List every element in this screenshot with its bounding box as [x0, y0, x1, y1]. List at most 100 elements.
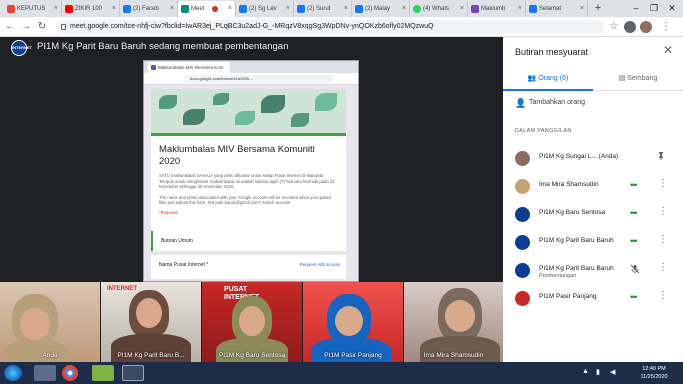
more-options-icon[interactable]: ⋮: [658, 179, 668, 189]
star-icon[interactable]: ☆: [608, 21, 620, 33]
taskbar-app-icon[interactable]: [34, 365, 56, 381]
participant-row[interactable]: PI1M Kg Sungai L... (Anda): [503, 147, 683, 175]
leaf-decoration: [235, 111, 255, 125]
mic-off-icon: [630, 264, 640, 274]
tab-chat[interactable]: ▤ Sembang: [593, 69, 683, 91]
browser-tab[interactable]: (2) Faceb ×: [120, 1, 178, 17]
avatar: [515, 207, 530, 222]
chat-icon: ▤: [618, 75, 628, 82]
shared-address-bar: docs.google.com/forms/d/1aO8Sr...: [144, 73, 358, 85]
close-tab-icon[interactable]: ×: [170, 1, 174, 17]
browser-tab[interactable]: ZIKIR 100 ×: [62, 1, 120, 17]
start-button[interactable]: [4, 365, 22, 381]
window-close-button[interactable]: ✕: [665, 2, 679, 14]
reload-icon[interactable]: ↻: [36, 21, 48, 33]
more-options-icon[interactable]: ⋮: [658, 291, 668, 301]
form-question-card: Nama Pusat Internet * Request edit acces…: [151, 255, 346, 279]
back-icon[interactable]: ←: [4, 21, 16, 33]
you-label: (Anda): [598, 153, 619, 160]
close-tab-icon[interactable]: ×: [286, 1, 290, 17]
forward-icon[interactable]: →: [20, 21, 32, 33]
shared-form-page: Maklumbalas MIV Bersama Komuniti 2020 SA…: [144, 85, 358, 281]
participant-name: PI1M Pasir Panjang: [539, 293, 597, 300]
speaking-indicator-icon: •••: [630, 292, 638, 302]
face-shape: [445, 300, 475, 332]
recording-dot-icon: [212, 6, 218, 12]
browser-tab[interactable]: (2) Malay ×: [352, 1, 410, 17]
close-tab-icon[interactable]: ×: [112, 1, 116, 17]
tile-name: Ima Mira Shamsudin: [423, 352, 484, 359]
face-shape: [136, 298, 162, 328]
system-clock[interactable]: 12:40 PM 11/25/2020: [628, 365, 680, 381]
participant-row[interactable]: PI1M Kg Parit Baru Baruh Pembentangan ⋮: [503, 259, 683, 287]
avatar: [515, 263, 530, 278]
new-tab-button[interactable]: +: [592, 2, 604, 14]
form-description: SATU maklumbalas SAHAJA yang perlu dihan…: [159, 173, 335, 189]
browser-tab[interactable]: (4) Whats ×: [410, 1, 468, 17]
leaf-decoration: [291, 113, 309, 127]
participant-name: PI1M Kg Parit Baru Baruh: [539, 237, 614, 244]
browser-tab-active[interactable]: Meet ×: [178, 1, 236, 17]
form-section-title: Butiran Umum: [151, 231, 346, 251]
leaf-decoration: [159, 95, 177, 109]
form-account-note: The name and photo associated with your …: [159, 194, 331, 206]
video-tile[interactable]: Anda: [0, 282, 100, 362]
close-tab-icon[interactable]: ×: [518, 1, 522, 17]
whatsapp-icon: [413, 5, 421, 13]
leaf-decoration: [213, 93, 229, 105]
participant-filmstrip: Anda INTERNET PI1M Kg Parit Baru B... PU…: [0, 282, 503, 362]
video-tile[interactable]: Ima Mira Shamsudin: [404, 282, 503, 362]
add-people-button[interactable]: 👤 Tambahkan orang: [515, 98, 585, 108]
video-tile[interactable]: INTERNET PI1M Kg Parit Baru B...: [101, 282, 201, 362]
speaking-indicator-icon: •••: [630, 236, 638, 246]
show-hidden-icons[interactable]: ▲: [582, 368, 589, 375]
close-icon[interactable]: ✕: [663, 43, 673, 57]
url-input[interactable]: meet.google.com/tce-nhfj-ciw?fbclid=IwAR…: [56, 20, 604, 34]
browser-tab[interactable]: (2) Sg Lev ×: [236, 1, 294, 17]
close-tab-icon[interactable]: ×: [402, 1, 406, 17]
participant-row[interactable]: PI1M Kg Parit Baru Baruh ••• ⋮: [503, 231, 683, 259]
more-options-icon[interactable]: ⋮: [658, 263, 668, 273]
leaf-decoration: [315, 93, 337, 111]
shared-tab-strip: Maklumbalas MIV Bersama Kom: [144, 61, 358, 73]
close-tab-icon[interactable]: ×: [460, 1, 464, 17]
participant-row[interactable]: PI1M Kg Baru Sentosa ••• ⋮: [503, 203, 683, 231]
tile-name: Anda: [42, 352, 58, 359]
extension-icon[interactable]: [624, 21, 636, 33]
speaking-indicator-icon: •••: [630, 208, 638, 218]
close-tab-icon[interactable]: ×: [580, 1, 584, 17]
pin-icon[interactable]: [658, 152, 664, 160]
browser-tab[interactable]: (2) Surut ×: [294, 1, 352, 17]
chrome-icon[interactable]: [62, 365, 78, 381]
participant-row[interactable]: PI1M Pasir Panjang ••• ⋮: [503, 287, 683, 315]
profile-avatar[interactable]: [640, 21, 652, 33]
clock-time: 12:40 PM: [642, 366, 666, 372]
browser-tab[interactable]: KEPUTUS ×: [4, 1, 62, 17]
tile-name: PI1M Pasir Panjang: [324, 352, 382, 359]
network-icon[interactable]: ▮: [596, 368, 600, 376]
more-options-icon[interactable]: ⋮: [658, 207, 668, 217]
close-tab-icon[interactable]: ×: [344, 1, 348, 17]
participant-name: PI1M Kg Sungai L...: [539, 153, 597, 160]
maximize-button[interactable]: ❐: [647, 2, 661, 14]
people-icon: 👥: [527, 75, 539, 82]
browser-tab[interactable]: Maklumb ×: [468, 1, 526, 17]
menu-icon[interactable]: ⋮: [660, 21, 672, 33]
taskbar-app-icon[interactable]: [122, 365, 144, 381]
volume-icon[interactable]: ◀: [610, 368, 615, 376]
facebook-icon: [529, 5, 537, 13]
taskbar-app-icon[interactable]: [92, 365, 114, 381]
poster-text: PUSAT: [224, 286, 248, 293]
browser-tab[interactable]: Selamat ×: [526, 1, 588, 17]
close-tab-icon[interactable]: ×: [54, 1, 58, 17]
video-tile[interactable]: PUSAT INTERNET PI1M Kg Baru Sentosa: [202, 282, 302, 362]
minimize-button[interactable]: –: [629, 2, 643, 14]
video-tile[interactable]: PI1M Pasir Panjang: [303, 282, 403, 362]
tab-people[interactable]: 👥 Orang (6): [503, 69, 593, 91]
shared-browser-tab: Maklumbalas MIV Bersama Kom: [148, 62, 230, 73]
close-tab-icon[interactable]: ×: [228, 1, 232, 17]
form-banner-image: [151, 89, 346, 133]
panel-title: Butiran mesyuarat: [515, 47, 589, 57]
participant-row[interactable]: Ima Mira Shamsudin ••• ⋮: [503, 175, 683, 203]
more-options-icon[interactable]: ⋮: [658, 235, 668, 245]
